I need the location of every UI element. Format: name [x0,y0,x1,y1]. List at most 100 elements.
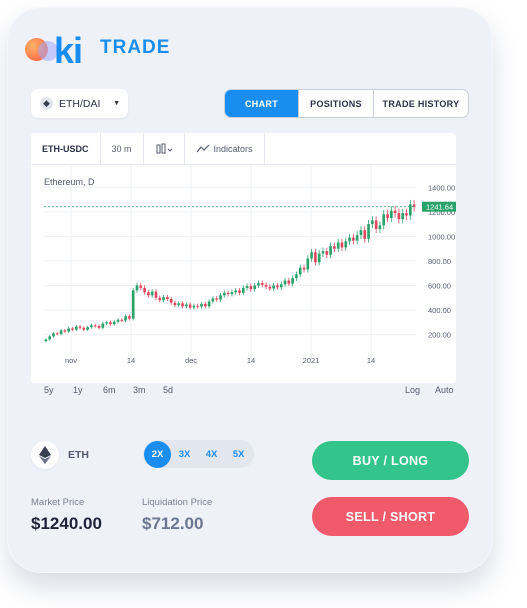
candle-body [135,285,139,291]
candle-body [359,230,363,236]
indicators-button[interactable]: Indicators [185,133,265,164]
candle-body [355,235,359,241]
buy-long-button[interactable]: BUY / LONG [312,441,469,480]
candle-body [222,292,226,296]
candle-body [249,286,253,290]
candle-body [408,204,412,216]
range-6m[interactable]: 6m [103,385,116,395]
candle-body [302,267,306,270]
candle-body [367,224,370,239]
candle-body [97,325,101,328]
leverage-5x[interactable]: 5X [225,441,252,468]
y-tick-label: 200.00 [428,331,451,340]
candle-body [352,237,355,241]
x-tick-label: 14 [127,356,135,365]
candle-body [203,303,207,307]
range-1y[interactable]: 1y [73,385,83,395]
candle-body [109,322,112,325]
candlestick-chart[interactable]: Ethereum, D 1400.001200.001000.00800.006… [31,165,456,365]
tab-trade-history[interactable]: TRADE HISTORY [373,90,468,117]
leverage-2x[interactable]: 2X [144,440,171,468]
candle-body [253,285,257,290]
candle-body [86,327,89,330]
eth-icon [31,441,59,469]
candle-body [63,330,67,332]
candle-body [276,285,279,288]
pair-selector[interactable]: ◆ ETH/DAI ▼ [31,89,128,118]
chevron-down-icon: ▼ [113,100,120,107]
candle-body [211,298,215,302]
y-tick-label: 400.00 [428,306,451,315]
candle-body [371,220,374,225]
current-price-label: 1241.64 [426,202,453,211]
candle-body [93,325,97,327]
chart-panel: ETH-USDC 30 m Indicators Ethereum, D 140… [31,133,456,383]
candle-body [340,242,344,248]
leverage-4x[interactable]: 4X [198,441,225,468]
candle-body [386,214,389,218]
candle-body [55,333,59,335]
x-tick-label: 14 [367,356,375,365]
leverage-3x[interactable]: 3X [171,441,198,468]
candle-body [154,291,158,298]
candle-body [90,325,93,328]
candle-body [291,278,294,284]
candle-body [150,291,154,296]
candle-body [401,213,405,220]
range-3m[interactable]: 3m [133,385,146,395]
y-tick-label: 1000.00 [428,232,455,241]
candle-body [279,284,283,288]
candle-body [207,301,211,307]
candle-body [192,305,196,308]
range-5d[interactable]: 5d [163,385,173,395]
eth-icon: ◆ [40,97,53,110]
logo: ki TRADE [24,28,171,71]
chart-symbol[interactable]: ETH-USDC [31,133,101,164]
chart-interval[interactable]: 30 m [101,133,144,164]
range-5y[interactable]: 5y [44,385,54,395]
candle-type-button[interactable] [144,133,185,164]
brand-name: TRADE [100,37,171,58]
asset-selector[interactable]: ETH [31,441,89,469]
candle-body [139,285,143,288]
market-price-label: Market Price [31,497,85,508]
liquidation-price-label: Liquidation Price [142,497,213,508]
candle-body [241,287,245,293]
candle-body [310,252,313,259]
auto-toggle[interactable]: Auto [435,385,454,395]
candle-body [238,290,241,293]
candle-body [295,274,298,279]
candle-body [363,230,367,239]
candle-body [120,319,124,321]
chart-legend: Ethereum, D [44,177,95,187]
candle-body [158,297,162,301]
tab-chart[interactable]: CHART [225,90,298,117]
candle-body [336,242,340,249]
candle-body [112,321,116,325]
candle-body [314,252,317,263]
candle-body [173,302,177,306]
indicators-label: Indicators [213,143,253,154]
candle-body [260,283,264,285]
candle-body [52,333,55,337]
candle-body [264,284,268,287]
candle-body [382,214,386,226]
sell-short-button[interactable]: SELL / SHORT [312,497,469,536]
tab-positions[interactable]: POSITIONS [298,90,373,117]
pair-label: ETH/DAI [59,97,101,110]
candle-body [397,213,401,220]
y-tick-label: 600.00 [428,281,451,290]
candle-body [405,213,408,216]
candle-body [344,241,348,248]
indicators-icon [196,144,209,152]
chart-range-bar: 5y 1y 6m 3m 5d Log Auto [31,385,456,399]
candle-body [378,225,382,230]
candle-body [116,319,120,322]
candle-body [74,326,78,330]
candle-body [389,210,393,218]
candle-body [162,297,165,301]
log-toggle[interactable]: Log [405,385,420,395]
candle-body [124,316,127,321]
chart-toolbar: ETH-USDC 30 m Indicators [31,133,456,165]
x-tick-label: 14 [247,356,255,365]
